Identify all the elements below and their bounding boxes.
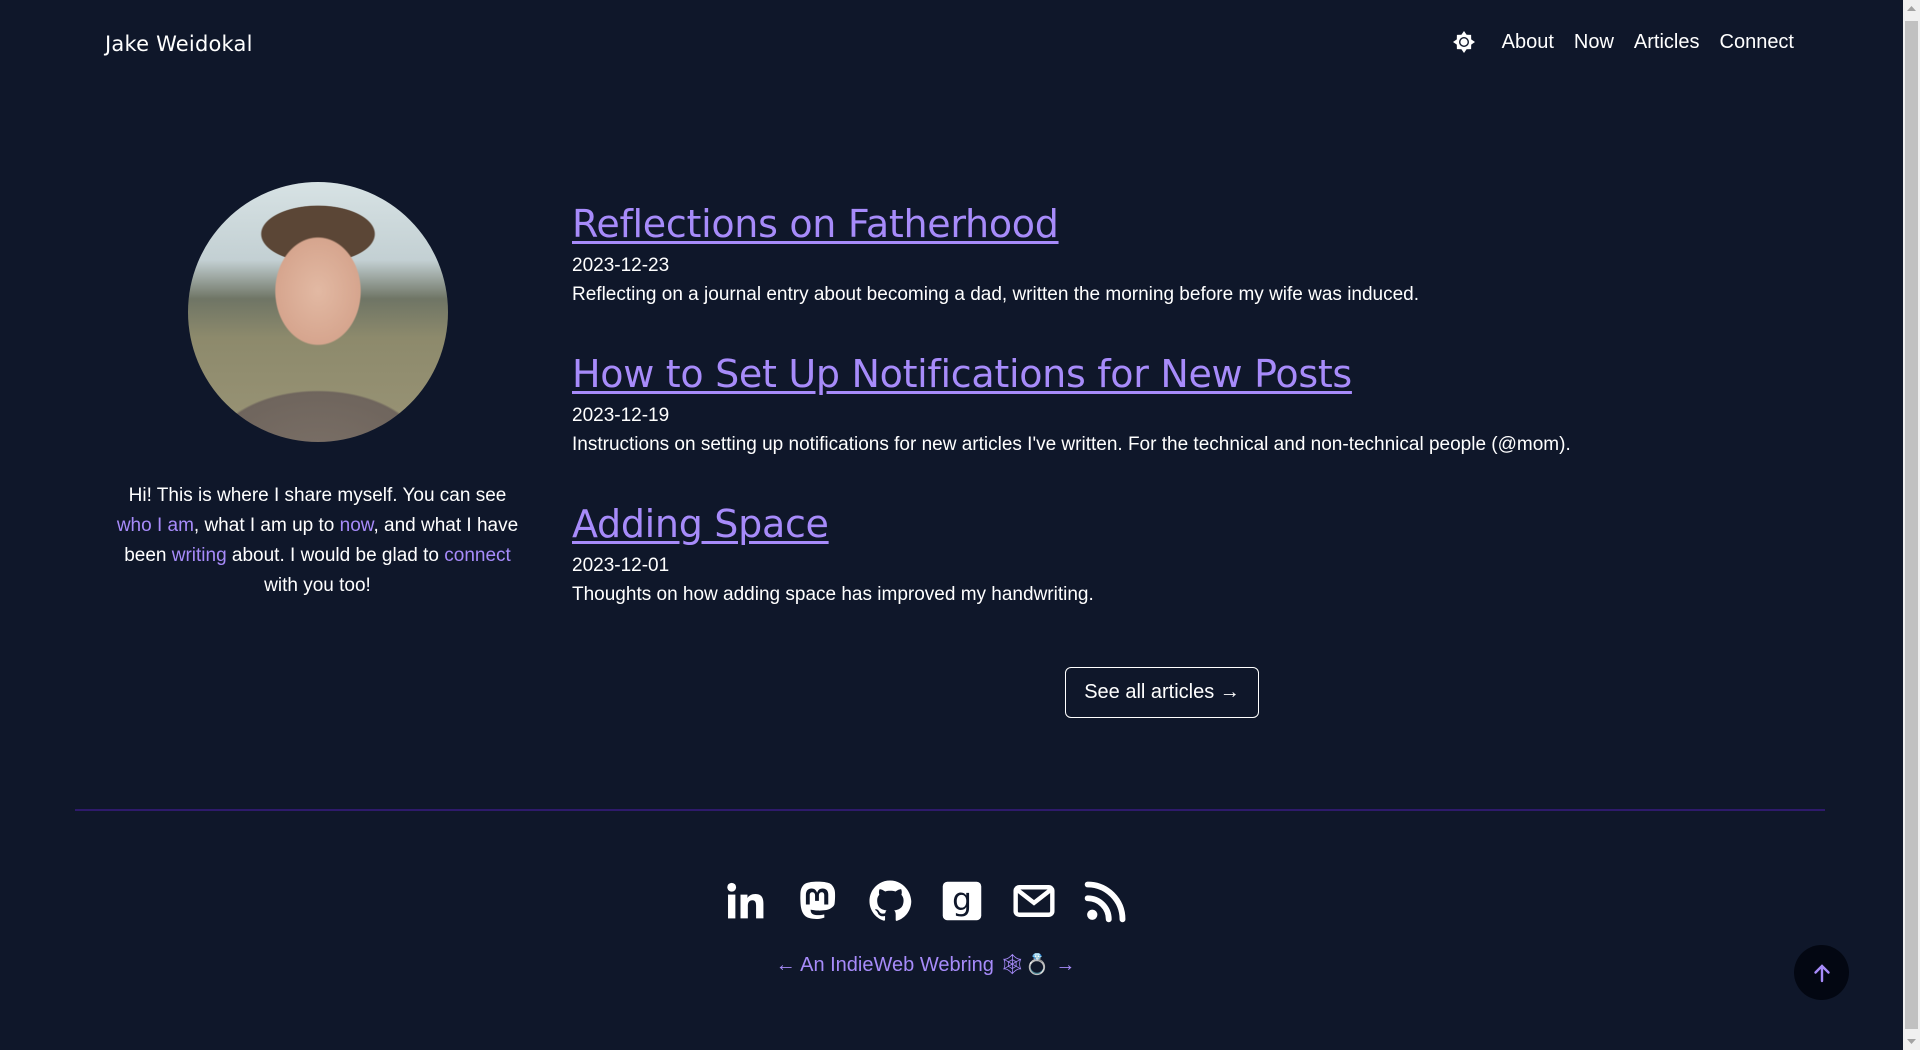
webring-next-link[interactable]: → [1055, 954, 1075, 976]
scrollbar-thumb[interactable] [1905, 21, 1918, 1029]
bio-text-segment: Hi! This is where I share myself. You ca… [128, 485, 507, 506]
article-date: 2023-12-01 [572, 555, 670, 576]
article-summary: Reflecting on a journal entry about beco… [572, 284, 1420, 305]
avatar [188, 182, 448, 442]
bio-text: Hi! This is where I share myself. You ca… [115, 481, 520, 601]
article-item: Reflections on Fatherhood 2023-12-23 Ref… [572, 200, 1722, 310]
site-title-link[interactable]: Jake Weidokal [105, 32, 253, 56]
scroll-down-arrow-icon[interactable] [1903, 1033, 1920, 1050]
connect-link[interactable]: connect [444, 545, 511, 566]
webring-prev-link[interactable]: ← [776, 954, 796, 976]
bio-text-segment: with you too! [264, 575, 371, 596]
scroll-up-arrow-icon[interactable] [1903, 0, 1920, 17]
nav-about[interactable]: About [1502, 31, 1554, 54]
nav-articles[interactable]: Articles [1634, 31, 1700, 54]
article-summary: Instructions on setting up notifications… [572, 434, 1571, 455]
article-item: Adding Space 2023-12-01 Thoughts on how … [572, 500, 1722, 610]
main-nav: About Now Articles Connect [1452, 30, 1794, 54]
page: Jake Weidokal About Now Articles Connect… [0, 0, 1903, 1050]
bio-text-segment: , what I am up to [193, 515, 340, 536]
webring-nav: ← An IndieWeb Webring 🕸💍 → [0, 952, 1903, 977]
see-all-articles-button[interactable]: See all articles → [1065, 667, 1259, 718]
svg-text:g: g [952, 882, 972, 918]
mastodon-icon[interactable] [795, 878, 841, 924]
sun-icon[interactable] [1452, 30, 1476, 54]
bio-text-segment: about. I would be glad to [226, 545, 445, 566]
arrow-up-icon [1813, 963, 1830, 982]
now-link[interactable]: now [340, 515, 374, 536]
article-date: 2023-12-19 [572, 405, 670, 426]
vertical-scrollbar[interactable] [1903, 0, 1920, 1050]
linkedin-icon[interactable] [723, 878, 769, 924]
footer-divider [75, 809, 1825, 811]
nav-now[interactable]: Now [1574, 31, 1614, 54]
github-icon[interactable] [867, 878, 913, 924]
nav-connect[interactable]: Connect [1720, 31, 1795, 54]
social-links: g [0, 878, 1903, 924]
article-item: How to Set Up Notifications for New Post… [572, 350, 1722, 460]
article-title-link[interactable]: Reflections on Fatherhood [572, 200, 1059, 248]
mail-icon[interactable] [1011, 878, 1057, 924]
webring-link[interactable]: An IndieWeb Webring 🕸💍 [800, 954, 1050, 976]
goodreads-icon[interactable]: g [939, 878, 985, 924]
article-date: 2023-12-23 [572, 255, 670, 276]
writing-link[interactable]: writing [172, 545, 227, 566]
article-title-link[interactable]: How to Set Up Notifications for New Post… [572, 350, 1352, 398]
who-i-am-link[interactable]: who I am [117, 515, 194, 536]
article-summary: Thoughts on how adding space has improve… [572, 584, 1094, 605]
recent-articles: Reflections on Fatherhood 2023-12-23 Ref… [572, 200, 1722, 650]
scroll-to-top-button[interactable] [1794, 945, 1849, 1000]
article-title-link[interactable]: Adding Space [572, 500, 829, 548]
rss-icon[interactable] [1083, 878, 1129, 924]
